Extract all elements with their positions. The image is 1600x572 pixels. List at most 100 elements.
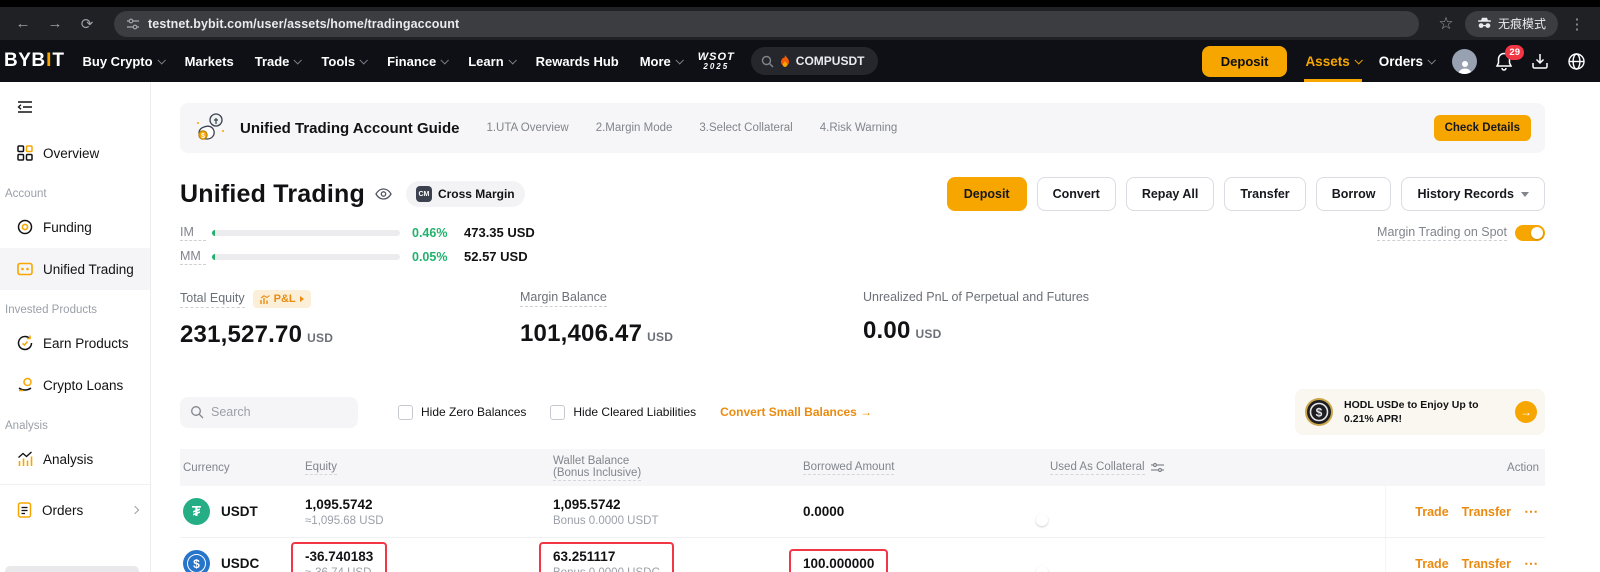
logo-accent-bar: I (46, 50, 52, 72)
sidebar-item-overview[interactable]: Overview (0, 132, 150, 174)
chevron-down-icon (1427, 56, 1435, 64)
nav-markets[interactable]: Markets (185, 54, 234, 69)
chevron-down-icon (294, 56, 302, 64)
assets-table: Currency Equity Wallet Balance (Bonus In… (180, 449, 1545, 572)
repay-all-button[interactable]: Repay All (1126, 177, 1215, 211)
sidebar-collapse-icon[interactable] (17, 100, 150, 114)
more-actions-icon[interactable]: ⋯ (1524, 503, 1539, 520)
sidebar-section-account: Account (0, 174, 150, 206)
svg-text:$: $ (201, 133, 205, 140)
nav-orders[interactable]: Orders (1379, 54, 1434, 69)
earn-circle-arrow-icon (17, 335, 33, 351)
nav-search[interactable]: COMPUSDT (751, 47, 879, 75)
unrealized-pnl-label: Unrealized PnL of Perpetual and Futures (863, 290, 1089, 304)
guide-steps: 1.UTA Overview 2.Margin Mode 3.Select Co… (486, 122, 897, 134)
caret-down-icon (1521, 192, 1529, 197)
nav-finance[interactable]: Finance (387, 54, 447, 69)
search-icon (761, 55, 774, 68)
col-currency: Currency (180, 462, 305, 474)
chevron-down-icon (508, 56, 516, 64)
filter-row: Hide Zero Balances Hide Cleared Liabilit… (180, 389, 1545, 435)
sidebar-item-funding[interactable]: Funding (0, 206, 150, 248)
browser-back-icon[interactable]: ← (10, 11, 36, 37)
usde-coin-icon: $ (1303, 396, 1335, 428)
hide-cleared-liabilities-checkbox[interactable]: Hide Cleared Liabilities (550, 405, 696, 420)
transfer-link[interactable]: Transfer (1462, 505, 1511, 519)
convert-small-balances-link[interactable]: Convert Small Balances → (720, 405, 872, 419)
bybit-logo[interactable]: BYBIT (4, 50, 65, 72)
convert-button[interactable]: Convert (1037, 177, 1116, 211)
trade-link[interactable]: Trade (1415, 505, 1448, 519)
notification-count-badge: 29 (1505, 45, 1524, 60)
mm-percent: 0.05% (412, 250, 458, 264)
download-icon[interactable] (1531, 52, 1549, 70)
address-bar[interactable]: testnet.bybit.com/user/assets/home/tradi… (114, 11, 1419, 37)
asset-search-box[interactable] (180, 397, 358, 428)
bookmark-star-icon[interactable]: ☆ (1433, 11, 1459, 37)
margin-trading-toggle[interactable] (1515, 225, 1545, 241)
sidebar-item-crypto-loans[interactable]: Crypto Loans (0, 364, 150, 406)
notifications-bell-icon[interactable]: 29 (1495, 52, 1513, 71)
nav-deposit-button[interactable]: Deposit (1202, 46, 1288, 77)
uta-guide-banner: $ Unified Trading Account Guide 1.UTA Ov… (180, 103, 1545, 153)
nav-more[interactable]: More (640, 54, 682, 69)
guide-step-4: 4.Risk Warning (820, 122, 898, 134)
unified-trading-card-icon (17, 261, 33, 277)
margin-mode-badge[interactable]: CM Cross Margin (406, 181, 525, 207)
sidebar-item-orders[interactable]: Orders (0, 489, 150, 531)
wsot-2025-logo[interactable]: WSOT 2025 (698, 52, 735, 71)
nav-buy-crypto[interactable]: Buy Crypto (83, 54, 164, 69)
col-borrowed-amount[interactable]: Borrowed Amount (803, 461, 894, 475)
usde-promo-banner[interactable]: $ HODL USDe to Enjoy Up to 0.21% APR! → (1295, 389, 1545, 435)
collateral-settings-icon[interactable] (1151, 462, 1164, 473)
chevron-down-icon (441, 56, 449, 64)
search-input[interactable] (211, 405, 341, 419)
col-wallet-balance[interactable]: Wallet Balance (Bonus Inclusive) (553, 455, 803, 481)
currency-symbol: USDT (221, 504, 258, 519)
nav-trade[interactable]: Trade (255, 54, 301, 69)
user-avatar[interactable] (1452, 49, 1477, 74)
caret-right-icon (300, 296, 304, 302)
nav-tools[interactable]: Tools (321, 54, 366, 69)
transfer-link[interactable]: Transfer (1462, 557, 1511, 571)
usdt-icon: ₮ (183, 498, 210, 525)
currency-symbol: USDC (221, 556, 259, 571)
arrow-right-icon[interactable]: → (1515, 401, 1537, 423)
nav-learn[interactable]: Learn (468, 54, 514, 69)
sidebar-item-analysis[interactable]: Analysis (0, 438, 150, 480)
sidebar-scroll-pill (5, 566, 139, 572)
highlight-box-wallet: 63.251117 Bonus 0.0000 USDC (539, 542, 674, 572)
sidebar-item-earn-products[interactable]: Earn Products (0, 322, 150, 364)
more-actions-icon[interactable]: ⋯ (1524, 555, 1539, 572)
checkbox-icon[interactable] (398, 405, 413, 420)
browser-menu-icon[interactable]: ⋮ (1564, 11, 1590, 37)
nav-links: Buy Crypto Markets Trade Tools Finance L… (83, 54, 682, 69)
nav-rewards-hub[interactable]: Rewards Hub (536, 54, 619, 69)
nav-assets[interactable]: Assets (1305, 54, 1360, 69)
im-value: 473.35 USD (464, 225, 535, 240)
borrow-button[interactable]: Borrow (1316, 177, 1392, 211)
globe-language-icon[interactable] (1567, 52, 1586, 71)
col-action: Action (1385, 462, 1545, 474)
pnl-badge[interactable]: P&L (253, 290, 311, 308)
url-text: testnet.bybit.com/user/assets/home/tradi… (148, 17, 459, 31)
equity-cell: -36.740183 ≈-36.74 USD (305, 542, 553, 572)
trade-link[interactable]: Trade (1415, 557, 1448, 571)
browser-reload-icon[interactable]: ⟳ (74, 11, 100, 37)
transfer-button[interactable]: Transfer (1224, 177, 1305, 211)
site-settings-icon[interactable] (126, 17, 140, 31)
checkbox-icon[interactable] (550, 405, 565, 420)
deposit-button[interactable]: Deposit (947, 177, 1027, 211)
col-equity[interactable]: Equity (305, 461, 337, 475)
hide-zero-balances-checkbox[interactable]: Hide Zero Balances (398, 405, 526, 420)
check-details-button[interactable]: Check Details (1434, 115, 1531, 141)
flame-icon (780, 55, 790, 67)
browser-forward-icon[interactable]: → (42, 11, 68, 37)
eye-icon[interactable] (375, 188, 392, 200)
col-used-as-collateral[interactable]: Used As Collateral (1050, 461, 1145, 475)
im-progress-bar (212, 230, 400, 236)
history-records-button[interactable]: History Records (1401, 177, 1545, 211)
sidebar-divider (0, 484, 150, 485)
sidebar-item-unified-trading[interactable]: Unified Trading (0, 248, 150, 290)
table-row-usdc: $ USDC -36.740183 ≈-36.74 USD 63.251117 … (180, 538, 1545, 572)
